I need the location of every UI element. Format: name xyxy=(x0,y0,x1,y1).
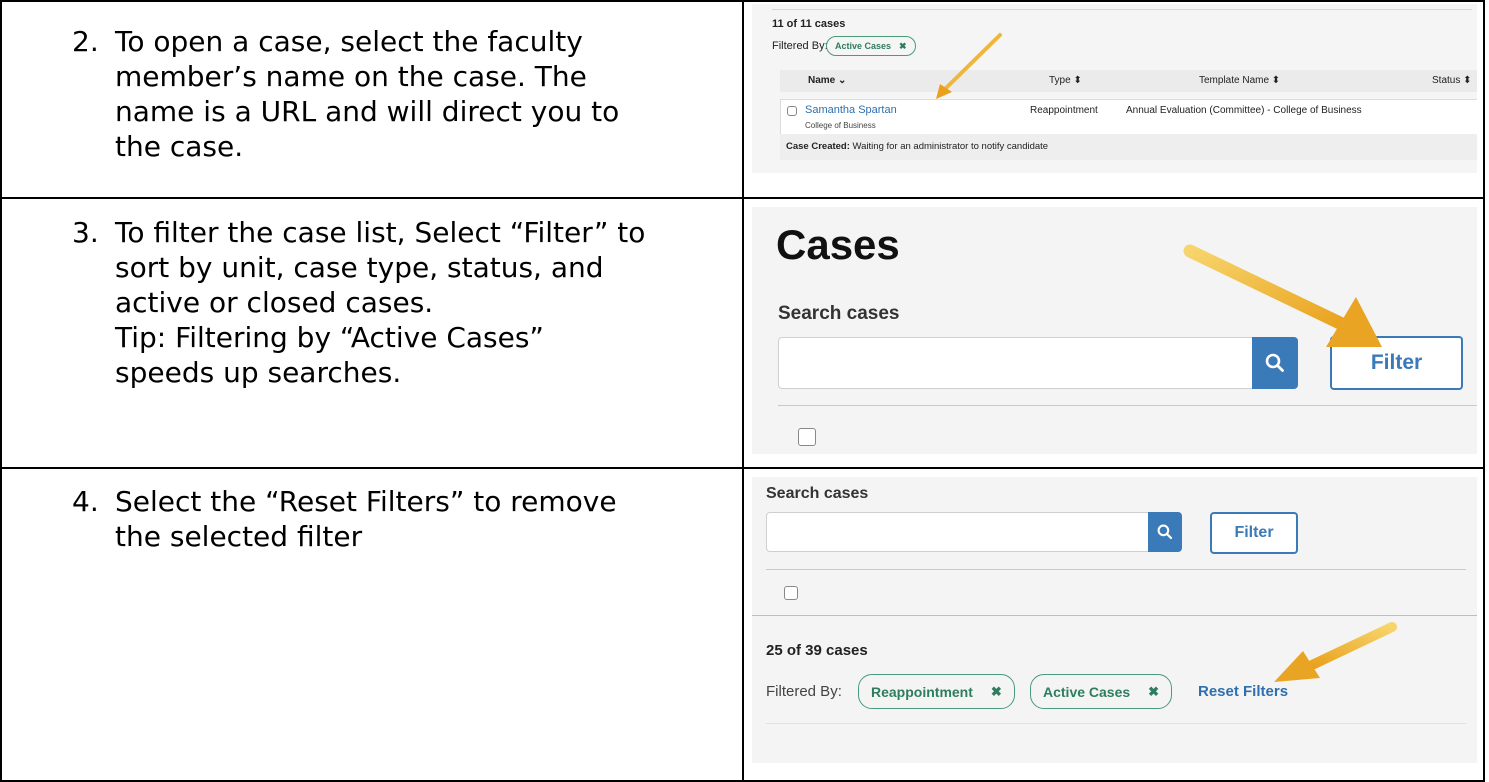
screenshot-cell: 11 of 11 cases Filtered By: Active Cases… xyxy=(742,0,1485,199)
step-text-cell: 2. To open a case, select the faculty me… xyxy=(0,0,744,199)
instructions-table: 2. To open a case, select the faculty me… xyxy=(0,0,1485,782)
arrow-annotation-icon xyxy=(936,33,1002,99)
reset-filters-screenshot: Search cases Filter 25 of 39 cases Filte… xyxy=(752,477,1477,763)
step-line: To open a case, select the faculty xyxy=(115,25,583,58)
step-line: the case. xyxy=(115,130,244,163)
step-row-2: 2. To open a case, select the faculty me… xyxy=(0,0,1485,199)
search-filter-screenshot: Cases Search cases Filter xyxy=(752,207,1477,454)
step-line: active or closed cases. xyxy=(115,286,434,319)
step-row-3: 3. To filter the case list, Select “Filt… xyxy=(0,197,1485,469)
screenshot-cell: Cases Search cases Filter xyxy=(742,197,1485,469)
step-line: name is a URL and will direct you to xyxy=(115,95,620,128)
step-line: the selected filter xyxy=(115,520,363,553)
case-list-screenshot: 11 of 11 cases Filtered By: Active Cases… xyxy=(752,4,1477,173)
step-instruction: 3. To filter the case list, Select “Filt… xyxy=(2,199,742,390)
step-line: Tip: Filtering by “Active Cases” xyxy=(115,321,544,354)
screenshot-cell: Search cases Filter 25 of 39 cases Filte… xyxy=(742,467,1485,782)
step-instruction: 4. Select the “Reset Filters” to remove … xyxy=(2,469,742,554)
arrow-annotation-icon xyxy=(1183,244,1382,347)
step-line: member’s name on the case. The xyxy=(115,60,587,93)
step-line: To filter the case list, Select “Filter”… xyxy=(115,216,646,249)
step-line: Select the “Reset Filters” to remove xyxy=(115,485,617,518)
step-row-4: 4. Select the “Reset Filters” to remove … xyxy=(0,467,1485,782)
step-line: sort by unit, case type, status, and xyxy=(115,251,604,284)
arrow-annotation-icon xyxy=(1274,622,1397,682)
step-number: 3. xyxy=(72,216,99,249)
step-line: speeds up searches. xyxy=(115,356,402,389)
step-number: 2. xyxy=(72,25,99,58)
step-instruction: 2. To open a case, select the faculty me… xyxy=(2,2,742,164)
step-text-cell: 3. To filter the case list, Select “Filt… xyxy=(0,197,744,469)
step-text-cell: 4. Select the “Reset Filters” to remove … xyxy=(0,467,744,782)
step-number: 4. xyxy=(72,485,99,518)
